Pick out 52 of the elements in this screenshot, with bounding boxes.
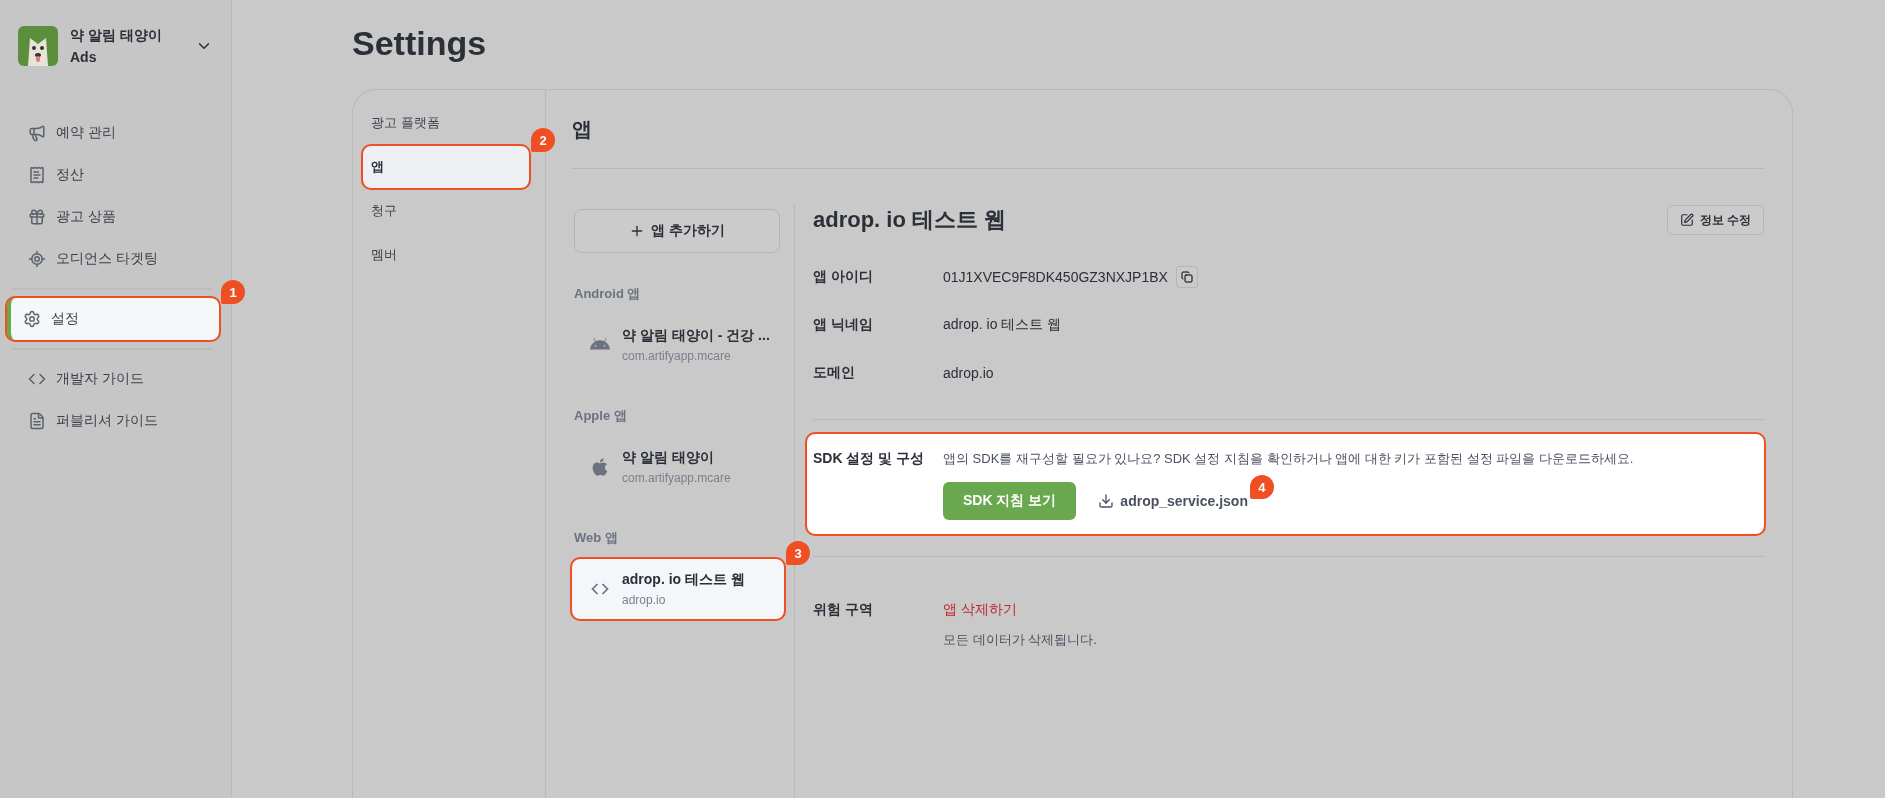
section-label: SDK 설정 및 구성	[813, 450, 926, 468]
callout-badge: 2	[531, 128, 555, 152]
callout-badge: 3	[786, 541, 810, 565]
megaphone-icon	[28, 124, 46, 142]
group-label: Apple 앱	[574, 407, 628, 425]
app-name: adrop. io 테스트 웹	[622, 571, 745, 589]
callout-badge: 1	[221, 280, 245, 304]
app-list-item[interactable]: 약 알림 태양이 - 건강 ... com.artifyapp.mcare	[572, 315, 784, 375]
section-title: 앱	[572, 90, 1764, 169]
danger-note: 모든 데이터가 삭제됩니다.	[943, 631, 1097, 649]
receipt-icon	[28, 166, 46, 184]
app-id: com.artifyapp.mcare	[622, 471, 731, 485]
dog-logo-icon	[18, 26, 58, 66]
add-app-button[interactable]: 앱 추가하기	[574, 209, 780, 253]
edit-info-button[interactable]: 정보 수정	[1666, 205, 1764, 235]
app-list-item[interactable]: 약 알림 태양이 com.artifyapp.mcare	[572, 437, 784, 497]
app-id: com.artifyapp.mcare	[622, 349, 732, 363]
field-label: 앱 닉네임	[813, 316, 874, 334]
app-name: 약 알림 태양이 - 건강 ...	[622, 327, 770, 345]
sidebar-item[interactable]: 오디언스 타겟팅	[6, 238, 219, 280]
sidebar-item[interactable]: 개발자 가이드	[6, 358, 219, 400]
settings-icon	[23, 310, 41, 328]
settings-nav-item[interactable]: 청구	[363, 190, 529, 232]
sdk-description: 앱의 SDK를 재구성할 필요가 있나요? SDK 설정 지침을 확인하거나 앱에 대한 키가 포함된 설정 파일을 다운로드하세요.	[943, 450, 1634, 468]
field-label: 도메인	[813, 364, 856, 382]
edit-icon	[1679, 213, 1694, 227]
document-icon	[28, 412, 46, 430]
field-value: 01J1XVEC9F8DK450GZ3NXJP1BX	[943, 269, 1168, 285]
apple-icon	[590, 457, 610, 477]
section-label: 위험 구역	[813, 601, 874, 619]
app-id: adrop.io	[622, 593, 667, 607]
brand-subtitle: Ads	[70, 49, 98, 65]
copy-icon	[1180, 271, 1193, 283]
field-value: adrop.io	[943, 365, 994, 381]
delete-app-link[interactable]: 앱 삭제하기	[943, 601, 1097, 619]
gift-icon	[28, 208, 46, 226]
brand-name: 약 알림 태양이	[70, 27, 163, 45]
target-icon	[28, 250, 46, 268]
copy-button[interactable]	[1175, 266, 1198, 288]
sidebar-item[interactable]: 퍼블리셔 가이드	[6, 400, 219, 442]
page-title: Settings	[352, 24, 488, 63]
group-label: Android 앱	[574, 285, 642, 303]
download-icon	[1098, 493, 1115, 509]
callout-badge: 4	[1249, 475, 1274, 499]
field-label: 앱 아이디	[813, 268, 874, 286]
app-title: adrop. io 테스트 웹	[813, 206, 1007, 234]
settings-nav-item[interactable]: 멤버	[363, 234, 529, 276]
sidebar-item[interactable]: 광고 상품	[6, 196, 219, 238]
sidebar-item[interactable]: 예약 관리	[6, 112, 219, 154]
app-name: 약 알림 태양이	[622, 449, 715, 467]
field-value: adrop. io 테스트 웹	[943, 316, 1062, 334]
sidebar-item[interactable]: 정산	[6, 154, 219, 196]
